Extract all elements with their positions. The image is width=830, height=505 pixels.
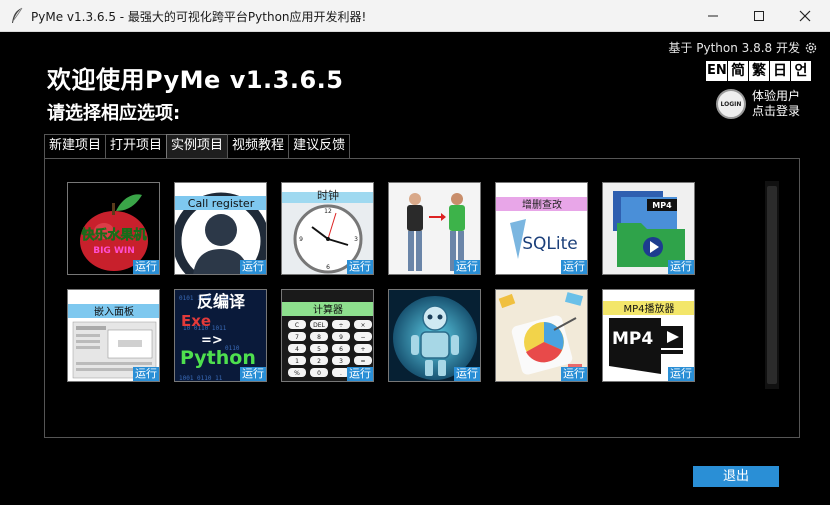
minimize-icon	[708, 15, 718, 17]
tab-new-project[interactable]: 新建项目	[44, 134, 107, 158]
decompile-caption: 反编译	[197, 292, 246, 311]
calculator-key-label: =	[360, 358, 365, 365]
main-window: 基于 Python 3.8.8 开发 欢迎使用PyMe v1.3.6.5 请选择…	[0, 32, 830, 505]
version-info: 基于 Python 3.8.8 开发	[668, 39, 818, 56]
run-button[interactable]: 运行	[240, 260, 266, 274]
calculator-key-label: 8	[317, 334, 321, 341]
mp4-player-caption: MP4播放器	[623, 302, 674, 315]
example-decompile[interactable]: 0101 1100 0110 10 0110 1011 0110 1001 0110…	[174, 289, 267, 382]
example-embed-panel[interactable]: 嵌入面板 运行	[67, 289, 160, 382]
login-avatar[interactable]: LOGIN	[716, 89, 746, 119]
mp4-big-label: MP4	[612, 329, 653, 349]
subtitle: 请选择相应选项:	[47, 103, 181, 124]
version-text: 基于 Python 3.8.8 开发	[668, 41, 800, 55]
minimize-button[interactable]	[690, 0, 736, 32]
lang-en-button[interactable]: EN	[706, 61, 727, 81]
embed-caption: 嵌入面板	[94, 305, 134, 318]
svg-text:9: 9	[299, 236, 303, 243]
lang-japanese-button[interactable]: 日	[770, 61, 790, 81]
sqlite-caption: SQLite	[522, 234, 578, 254]
svg-text:BIG WIN: BIG WIN	[93, 246, 135, 256]
crud-caption: 增删查改	[522, 198, 562, 211]
run-button[interactable]: 运行	[133, 260, 159, 274]
svg-text:12: 12	[324, 208, 332, 215]
lang-traditional-button[interactable]: 繁	[749, 61, 769, 81]
calculator-key-label: ÷	[338, 322, 343, 329]
tab-open-project[interactable]: 打开项目	[105, 134, 168, 158]
run-button[interactable]: 运行	[668, 367, 694, 381]
maximize-button[interactable]	[736, 0, 782, 32]
calculator-key-label: ×	[360, 322, 365, 329]
window-title: PyMe v1.3.6.5 - 最强大的可视化跨平台Python应用开发利器!	[31, 10, 367, 24]
calculator-key-label: 3	[339, 358, 343, 365]
svg-text:1001 0110 11: 1001 0110 11	[179, 375, 223, 382]
run-button[interactable]: 运行	[668, 260, 694, 274]
calculator-key-label: %	[294, 370, 300, 377]
run-button[interactable]: 运行	[347, 260, 373, 274]
calculator-key-label: 1	[295, 358, 299, 365]
example-transform[interactable]: 运行	[388, 182, 481, 275]
svg-text:3: 3	[354, 236, 358, 243]
example-robot[interactable]: 运行	[388, 289, 481, 382]
close-button[interactable]	[782, 0, 828, 32]
fruit-caption: 快乐水果机	[81, 227, 146, 243]
example-sqlite-crud[interactable]: 增删查改 SQLite 运行	[495, 182, 588, 275]
tab-bar: 新建项目 打开项目 实例项目 视频教程 建议反馈	[44, 134, 351, 158]
calculator-key-label: −	[360, 334, 365, 341]
svg-text:6: 6	[326, 264, 330, 271]
user-status: 体验用户	[752, 89, 801, 103]
tab-video-tutorials[interactable]: 视频教程	[227, 134, 290, 158]
arrow-label: =>	[201, 333, 223, 348]
example-call-register[interactable]: Call register 运行	[174, 182, 267, 275]
example-fruit-machine[interactable]: 快乐水果机 BIG WIN 运行	[67, 182, 160, 275]
run-button[interactable]: 运行	[240, 367, 266, 381]
calculator-key-label: .	[340, 370, 342, 377]
calculator-key-label: C	[295, 322, 299, 329]
tab-feedback[interactable]: 建议反馈	[288, 134, 351, 158]
lang-simplified-button[interactable]: 简	[728, 61, 748, 81]
tab-example-projects[interactable]: 实例项目	[166, 134, 229, 158]
feather-app-icon	[12, 7, 23, 23]
calculator-key-label: 5	[317, 346, 321, 353]
example-fraction-wheel[interactable]: 运行	[495, 289, 588, 382]
calculator-key-label: 4	[295, 346, 299, 353]
example-mp4-player[interactable]: MP4播放器 MP4 运行	[602, 289, 695, 382]
login-area[interactable]: LOGIN 体验用户 点击登录	[716, 89, 800, 119]
maximize-icon	[754, 11, 764, 21]
close-icon	[799, 10, 811, 22]
run-button[interactable]: 运行	[454, 367, 480, 381]
clock-caption: 时钟	[317, 188, 339, 202]
title-bar: PyMe v1.3.6.5 - 最强大的可视化跨平台Python应用开发利器!	[0, 0, 830, 32]
run-button[interactable]: 运行	[133, 367, 159, 381]
calculator-caption: 计算器	[313, 303, 343, 316]
run-button[interactable]: 运行	[347, 367, 373, 381]
calculator-key-label: DEL	[313, 322, 325, 329]
calculator-key-label: 6	[339, 346, 343, 353]
gear-icon[interactable]	[804, 41, 818, 55]
calculator-key-label: +	[360, 346, 365, 353]
login-link[interactable]: 点击登录	[752, 104, 800, 119]
example-calculator[interactable]: 计算器 C DEL ÷ × 7 8 9 − 4 5 6 +1 2 3 =% 0. 运行	[281, 289, 374, 382]
lang-korean-button[interactable]: 언	[791, 61, 811, 81]
welcome-title: 欢迎使用PyMe v1.3.6.5	[47, 66, 344, 94]
language-switcher: EN 简 繁 日 언	[706, 61, 811, 81]
scrollbar-thumb[interactable]	[767, 186, 777, 384]
call-register-caption: Call register	[188, 197, 255, 210]
python-label: Python	[180, 347, 256, 369]
calculator-key-label: 2	[317, 358, 321, 365]
examples-scrollbar[interactable]	[765, 181, 779, 389]
examples-panel: 快乐水果机 BIG WIN 运行 Call register 运行 时钟 12 …	[44, 158, 800, 438]
run-button[interactable]: 运行	[561, 367, 587, 381]
example-clock[interactable]: 时钟 12 3 6 9 运行	[281, 182, 374, 275]
exit-button[interactable]: 退出	[693, 466, 779, 487]
calculator-key-label: 7	[295, 334, 299, 341]
calculator-key-label: 9	[339, 334, 343, 341]
mp4-caption: MP4	[652, 201, 672, 210]
exe-label: Exe	[181, 312, 211, 330]
run-button[interactable]: 运行	[561, 260, 587, 274]
run-button[interactable]: 运行	[454, 260, 480, 274]
example-mp4-folder[interactable]: MP4 运行	[602, 182, 695, 275]
calculator-key-label: 0	[317, 370, 321, 377]
login-text[interactable]: 体验用户 点击登录	[752, 89, 800, 119]
